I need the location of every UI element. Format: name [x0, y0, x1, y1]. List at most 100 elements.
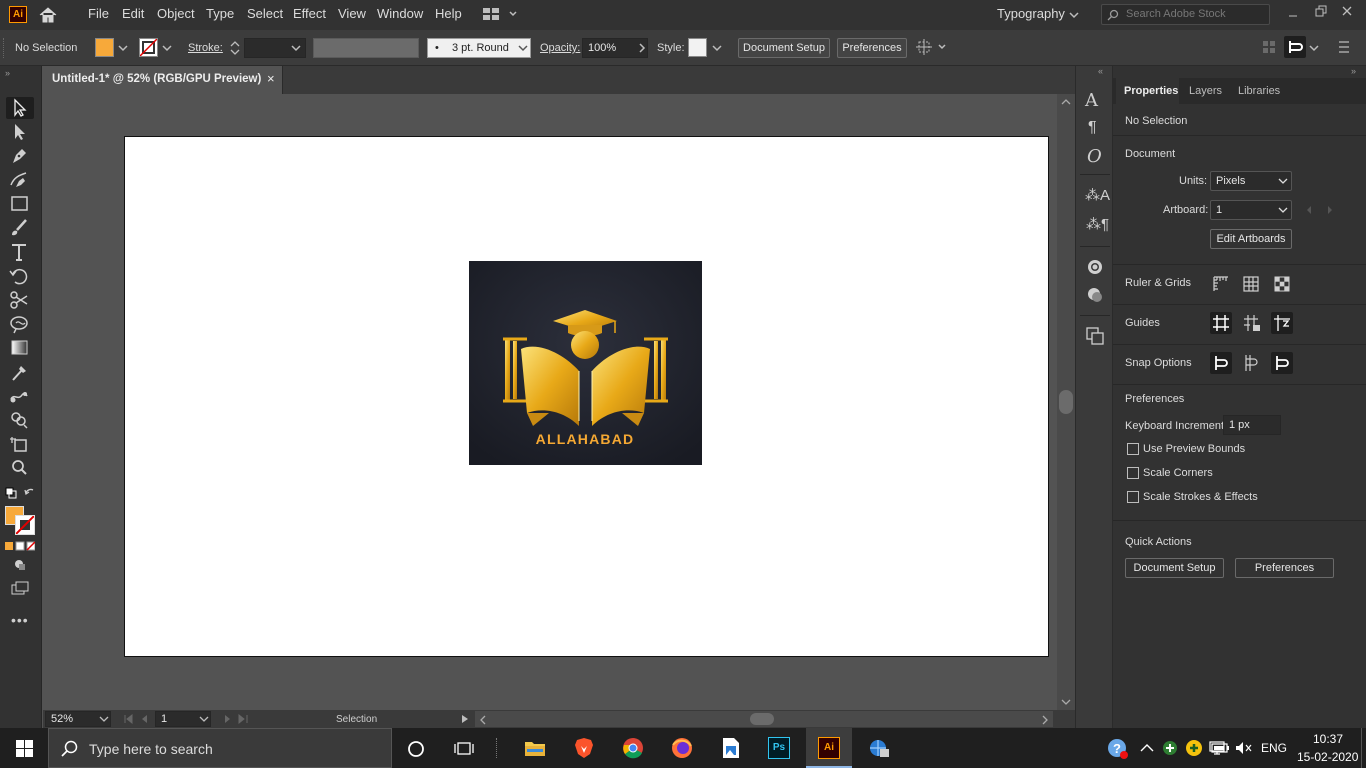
clock-time[interactable]: 10:37 — [1313, 732, 1343, 746]
brush-definition[interactable]: • 3 pt. Round — [427, 38, 531, 58]
use-preview-bounds-checkbox[interactable] — [1127, 443, 1139, 455]
grid-icon[interactable] — [1242, 275, 1260, 293]
scissors-tool-icon[interactable] — [6, 289, 34, 311]
artboard[interactable]: ALLAHABAD — [124, 136, 1049, 657]
snap-to-pixel-icon[interactable] — [1271, 352, 1293, 374]
draw-mode-icon[interactable] — [13, 558, 27, 572]
pen-tool-icon[interactable] — [6, 145, 34, 167]
arrange-icon[interactable] — [916, 38, 948, 56]
last-artboard-icon[interactable] — [219, 713, 249, 725]
panel-menu-icon[interactable] — [1338, 40, 1350, 54]
windows-start-icon[interactable] — [16, 740, 33, 757]
paragraph-styles-icon[interactable]: ⁂¶ — [1086, 215, 1109, 233]
preferences-button[interactable]: Preferences — [837, 38, 907, 58]
menu-select[interactable]: Select — [247, 0, 283, 28]
screen-mode-icon[interactable] — [11, 581, 29, 595]
chevron-down-icon[interactable] — [162, 43, 172, 53]
home-icon[interactable] — [38, 6, 58, 24]
menu-effect[interactable]: Effect — [293, 0, 326, 28]
previous-artboard-icon[interactable] — [1305, 205, 1313, 215]
minimize-button[interactable] — [1287, 8, 1299, 20]
chevron-down-icon[interactable] — [118, 43, 128, 53]
menu-edit[interactable]: Edit — [122, 0, 144, 28]
collapse-panel-icon[interactable]: « — [1098, 66, 1103, 76]
document-tab[interactable]: Untitled-1* @ 52% (RGB/GPU Preview) × — [43, 66, 283, 94]
chevron-down-icon[interactable] — [712, 43, 722, 53]
chevron-down-icon[interactable] — [518, 43, 528, 53]
chevron-right-icon[interactable] — [637, 43, 647, 53]
fill-swatch[interactable] — [95, 38, 114, 57]
stroke-label[interactable]: Stroke: — [188, 41, 223, 55]
layers-panel-icon[interactable] — [1086, 327, 1104, 345]
chrome-icon[interactable] — [622, 737, 644, 759]
chevron-down-icon[interactable] — [99, 715, 109, 723]
menu-file[interactable]: File — [88, 0, 109, 28]
close-button[interactable] — [1340, 4, 1354, 18]
eyedropper-tool-icon[interactable] — [6, 361, 34, 383]
variable-width-profile[interactable] — [313, 38, 419, 58]
graphic-styles-icon[interactable] — [1086, 286, 1104, 304]
more-tools-icon[interactable]: ••• — [11, 612, 29, 628]
network-app-icon[interactable] — [866, 737, 890, 759]
color-mode-icons[interactable] — [5, 541, 35, 551]
shape-builder-tool-icon[interactable] — [6, 409, 34, 431]
tray-app-icon[interactable] — [1162, 740, 1178, 756]
snap-icon[interactable] — [1284, 36, 1306, 58]
next-artboard-icon[interactable] — [1326, 205, 1334, 215]
firefox-icon[interactable] — [671, 737, 693, 759]
document-setup-button[interactable]: Document Setup — [738, 38, 830, 58]
warp-tool-icon[interactable] — [6, 313, 34, 335]
smart-guides-icon[interactable] — [1271, 312, 1293, 334]
photoshop-icon[interactable]: Ps — [768, 737, 790, 759]
canvas[interactable]: ALLAHABAD — [43, 94, 1057, 710]
direct-selection-tool-icon[interactable] — [6, 121, 34, 143]
tab-libraries[interactable]: Libraries — [1238, 78, 1280, 104]
transparency-grid-icon[interactable] — [1273, 275, 1291, 293]
menu-window[interactable]: Window — [377, 0, 423, 28]
horizontal-scrollbar[interactable] — [475, 711, 1053, 727]
task-view-icon[interactable] — [454, 740, 474, 757]
lock-guides-icon[interactable] — [1242, 314, 1262, 332]
curvature-tool-icon[interactable] — [6, 169, 34, 191]
workspace-switcher[interactable]: Typography — [997, 0, 1065, 28]
clock-date[interactable]: 15-02-2020 — [1297, 750, 1358, 764]
collapse-panel-icon[interactable]: » — [1351, 66, 1356, 76]
chevron-down-icon[interactable] — [1309, 43, 1319, 53]
tab-properties[interactable]: Properties — [1116, 78, 1179, 104]
cortana-icon[interactable] — [407, 740, 425, 758]
align-grid-icon[interactable] — [1262, 40, 1276, 54]
help-icon[interactable]: ? — [1107, 738, 1129, 760]
chevron-down-icon[interactable] — [291, 43, 301, 53]
scroll-down-icon[interactable] — [1061, 698, 1071, 706]
character-panel-icon[interactable]: A — [1085, 90, 1098, 111]
close-tab-icon[interactable]: × — [267, 71, 275, 86]
character-styles-icon[interactable]: ⁂A — [1085, 186, 1110, 204]
scroll-right-icon[interactable] — [1041, 715, 1049, 725]
network-icon[interactable] — [1209, 740, 1229, 756]
default-fill-stroke-icon[interactable] — [5, 487, 17, 499]
stroke-weight-stepper[interactable] — [228, 38, 242, 58]
status-menu-icon[interactable] — [461, 714, 469, 724]
opentype-panel-icon[interactable]: O — [1087, 146, 1102, 167]
first-artboard-icon[interactable] — [123, 713, 153, 725]
blend-tool-icon[interactable] — [6, 385, 34, 407]
arrange-documents-icon[interactable] — [483, 8, 519, 20]
quick-preferences-button[interactable]: Preferences — [1235, 558, 1334, 578]
scroll-left-icon[interactable] — [479, 715, 487, 725]
rectangle-tool-icon[interactable] — [6, 193, 34, 215]
stock-search-input[interactable]: Search Adobe Stock — [1126, 8, 1226, 20]
gradient-tool-icon[interactable] — [6, 337, 34, 359]
units-select[interactable]: Pixels — [1210, 171, 1292, 191]
artboard-select[interactable]: 1 — [1210, 200, 1292, 220]
show-guides-icon[interactable] — [1210, 312, 1232, 334]
tab-layers[interactable]: Layers — [1189, 78, 1222, 104]
rotate-tool-icon[interactable] — [6, 265, 34, 287]
scroll-thumb[interactable] — [1059, 390, 1073, 414]
menu-help[interactable]: Help — [435, 0, 462, 28]
scale-corners-checkbox[interactable] — [1127, 467, 1139, 479]
antivirus-icon[interactable] — [1185, 739, 1203, 757]
chevron-down-icon[interactable] — [199, 715, 209, 723]
swap-fill-stroke-icon[interactable] — [24, 487, 36, 499]
show-desktop-button[interactable] — [1361, 728, 1366, 768]
language-indicator[interactable]: ENG — [1261, 741, 1287, 755]
